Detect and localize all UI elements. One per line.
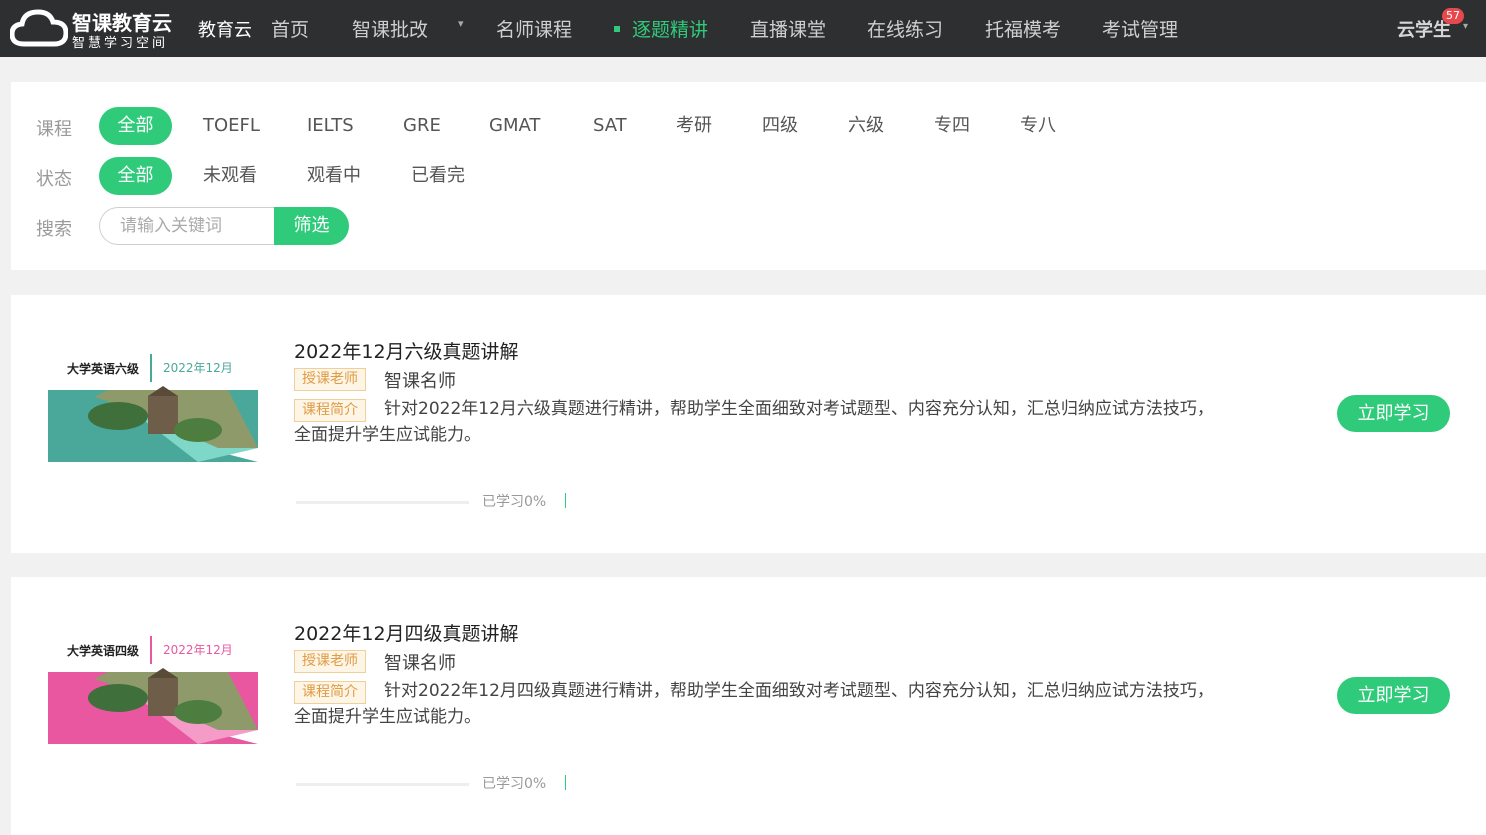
nav-smart-grading[interactable]: 智课批改 bbox=[352, 15, 428, 42]
thumbnail-date: 2022年12月 bbox=[163, 361, 233, 375]
progress-text: 已学习0% bbox=[482, 494, 547, 510]
course-chip-gre[interactable]: GRE bbox=[403, 107, 441, 145]
nav-master-courses[interactable]: 名师课程 bbox=[496, 15, 572, 42]
start-learning-button[interactable]: 立即学习 bbox=[1337, 677, 1450, 714]
course-thumbnail[interactable]: 大学英语六级 2022年12月 bbox=[48, 350, 258, 462]
nav-exam-management[interactable]: 考试管理 bbox=[1102, 15, 1178, 42]
course-chip-cet4[interactable]: 四级 bbox=[762, 107, 798, 145]
status-filter-label: 状态 bbox=[36, 169, 72, 190]
active-indicator-icon bbox=[614, 26, 620, 32]
start-learning-button[interactable]: 立即学习 bbox=[1337, 395, 1450, 432]
nav-online-practice[interactable]: 在线练习 bbox=[867, 15, 943, 42]
search-input[interactable] bbox=[99, 207, 294, 245]
progress-text: 已学习0% bbox=[482, 776, 547, 792]
nav-toefl-mock[interactable]: 托福模考 bbox=[985, 15, 1061, 42]
course-card: 大学英语四级 2022年12月 2022年12月四级真题讲解 授课老师 智课名师… bbox=[11, 577, 1486, 835]
status-chip-unwatched[interactable]: 未观看 bbox=[203, 157, 257, 195]
progress-divider bbox=[565, 775, 566, 790]
course-title[interactable]: 2022年12月六级真题讲解 bbox=[294, 337, 519, 364]
thumbnail-divider bbox=[150, 636, 152, 664]
brand-name[interactable]: 教育云 bbox=[198, 16, 252, 42]
filter-panel: 课程 全部 TOEFL IELTS GRE GMAT SAT 考研 四级 六级 … bbox=[11, 82, 1486, 270]
search-label: 搜索 bbox=[36, 219, 72, 240]
course-title[interactable]: 2022年12月四级真题讲解 bbox=[294, 619, 519, 646]
course-filter-label: 课程 bbox=[36, 119, 72, 140]
course-chip-tem8[interactable]: 专八 bbox=[1020, 107, 1056, 145]
nav-home[interactable]: 首页 bbox=[271, 15, 309, 42]
nav-question-explain[interactable]: 逐题精讲 bbox=[632, 15, 708, 42]
thumbnail-divider bbox=[150, 354, 152, 382]
logo-subtitle: 智慧学习空间 bbox=[72, 36, 169, 51]
chevron-down-icon[interactable]: ▾ bbox=[1463, 21, 1468, 32]
status-chip-finished[interactable]: 已看完 bbox=[411, 157, 465, 195]
progress-bar bbox=[296, 783, 469, 786]
course-chip-ielts[interactable]: IELTS bbox=[307, 107, 354, 145]
course-chip-all[interactable]: 全部 bbox=[99, 107, 172, 145]
chevron-down-icon[interactable]: ▾ bbox=[458, 17, 464, 30]
cloud-logo-icon bbox=[10, 9, 68, 47]
progress-bar bbox=[296, 501, 469, 504]
thumbnail-date: 2022年12月 bbox=[163, 643, 233, 657]
progress-divider bbox=[565, 493, 566, 508]
course-chip-tem4[interactable]: 专四 bbox=[934, 107, 970, 145]
filter-button[interactable]: 筛选 bbox=[274, 207, 349, 245]
teacher-tag: 授课老师 bbox=[294, 368, 366, 391]
course-chip-gmat[interactable]: GMAT bbox=[489, 107, 540, 145]
notification-badge[interactable]: 57 bbox=[1442, 8, 1464, 24]
status-chip-watching[interactable]: 观看中 bbox=[307, 157, 361, 195]
course-thumbnail[interactable]: 大学英语四级 2022年12月 bbox=[48, 632, 258, 744]
course-chip-toefl[interactable]: TOEFL bbox=[203, 107, 260, 145]
top-navbar: 智课教育云 智慧学习空间 教育云 首页 智课批改 ▾ 名师课程 逐题精讲 直播课… bbox=[0, 0, 1486, 57]
teacher-name: 智课名师 bbox=[384, 371, 456, 392]
logo[interactable]: 智课教育云 智慧学习空间 bbox=[10, 6, 180, 51]
teacher-tag: 授课老师 bbox=[294, 650, 366, 673]
course-card: 大学英语六级 2022年12月 2022年12月六级真题讲解 授课老师 智课名师… bbox=[11, 295, 1486, 553]
status-chip-all[interactable]: 全部 bbox=[99, 157, 172, 195]
course-description: 针对2022年12月六级真题进行精讲，帮助学生全面细致对考试题型、内容充分认知，… bbox=[294, 399, 1214, 445]
teacher-name: 智课名师 bbox=[384, 653, 456, 674]
course-chip-cet6[interactable]: 六级 bbox=[848, 107, 884, 145]
nav-live-class[interactable]: 直播课堂 bbox=[750, 15, 826, 42]
thumbnail-title: 大学英语四级 bbox=[67, 644, 140, 658]
course-chip-kaoyan[interactable]: 考研 bbox=[676, 107, 712, 145]
course-description: 针对2022年12月四级真题进行精讲，帮助学生全面细致对考试题型、内容充分认知，… bbox=[294, 681, 1214, 727]
thumbnail-title: 大学英语六级 bbox=[67, 362, 140, 376]
course-chip-sat[interactable]: SAT bbox=[593, 107, 627, 145]
